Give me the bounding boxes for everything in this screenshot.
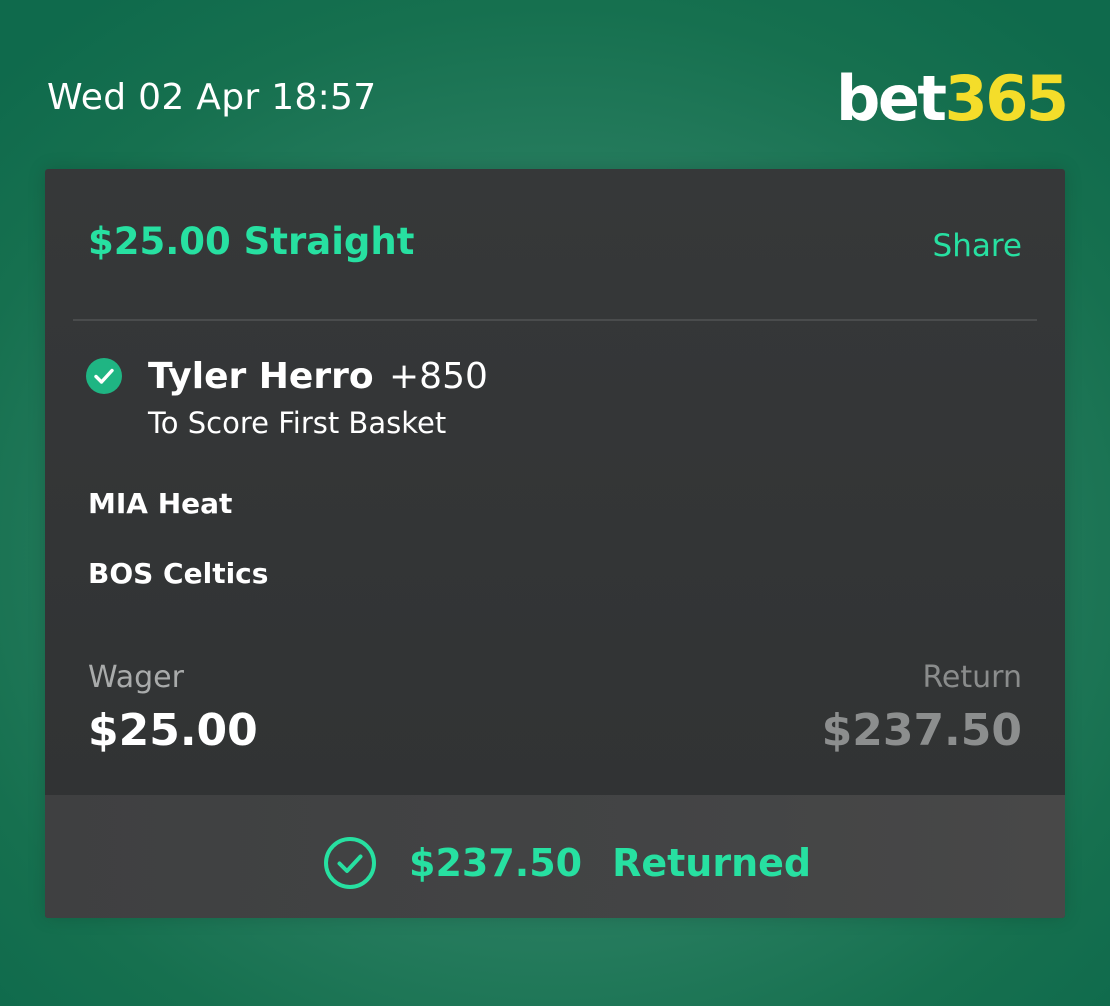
selection-name: Tyler Herro xyxy=(148,356,374,397)
datetime: Wed 02 Apr 18:57 xyxy=(47,77,377,118)
returned-label: Returned xyxy=(612,841,812,885)
wager-value: $25.00 xyxy=(88,705,258,756)
logo-text-365: 365 xyxy=(944,62,1069,135)
returned-status: $237.50 Returned xyxy=(323,835,811,891)
team-name: MIA Heat xyxy=(88,487,233,520)
share-button[interactable]: Share xyxy=(933,227,1022,265)
selection-odds: +850 xyxy=(389,356,488,397)
returned-amount: $237.50 xyxy=(409,841,583,885)
return-label: Return xyxy=(922,660,1022,695)
check-circle-outline-icon xyxy=(324,837,376,889)
logo-text-bet: bet xyxy=(836,62,947,135)
check-circle-filled-icon xyxy=(86,358,122,394)
bet-card: $25.00 Straight Share Tyler Herro +850 T… xyxy=(45,169,1065,918)
bet365-logo: bet365 xyxy=(836,66,1069,132)
team-name: BOS Celtics xyxy=(88,557,269,590)
wager-label: Wager xyxy=(88,660,184,695)
divider xyxy=(73,319,1037,321)
bet-title: $25.00 Straight xyxy=(88,220,415,263)
returned-footer: $237.50 Returned xyxy=(45,795,1065,918)
market-name: To Score First Basket xyxy=(148,406,447,440)
return-value: $237.50 xyxy=(821,705,1022,756)
